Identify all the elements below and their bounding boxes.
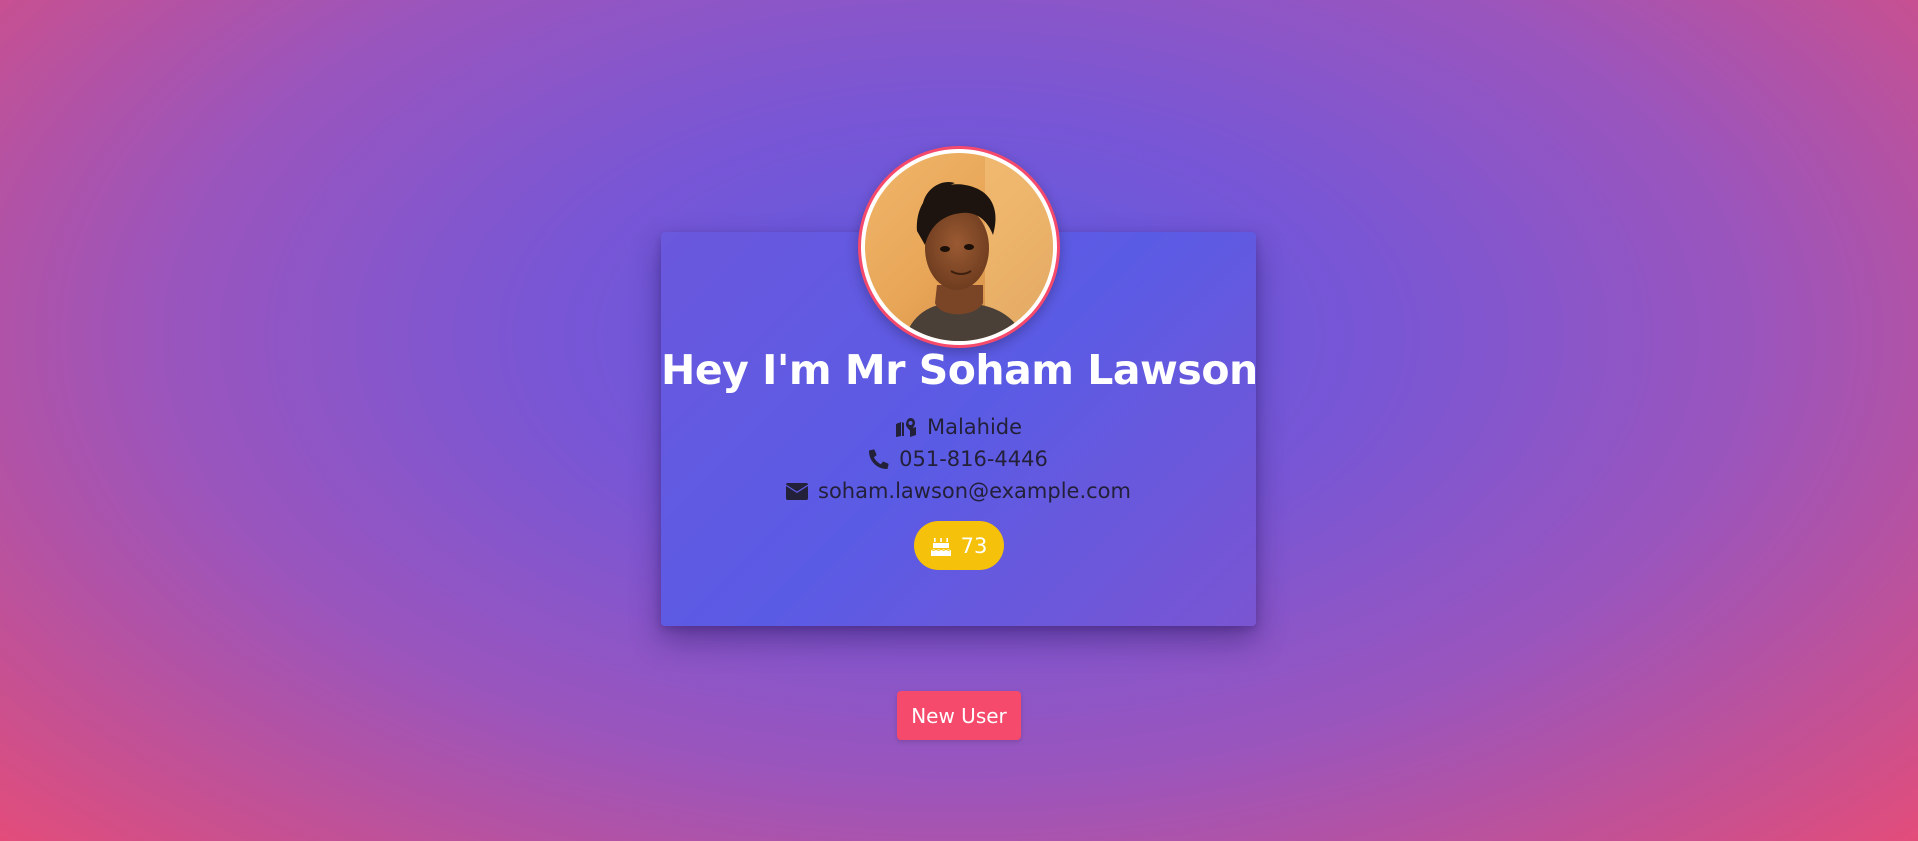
phone-icon (869, 449, 889, 469)
profile-name: Hey I'm Mr Soham Lawson (661, 346, 1258, 394)
location-row: Malahide (661, 415, 1256, 439)
email-row: soham.lawson@example.com (661, 479, 1256, 503)
new-user-button[interactable]: New User (897, 691, 1021, 740)
phone-row: 051-816-4446 (661, 447, 1256, 471)
birthday-cake-icon (930, 536, 951, 556)
email-text: soham.lawson@example.com (818, 479, 1131, 503)
age-badge: 73 (914, 521, 1004, 570)
envelope-icon (786, 482, 808, 500)
avatar-photo (865, 153, 1053, 341)
phone-text: 051-816-4446 (899, 447, 1048, 471)
location-text: Malahide (926, 415, 1023, 439)
map-marked-icon (895, 417, 917, 437)
avatar-ring (858, 146, 1060, 348)
age-text: 73 (960, 533, 988, 558)
avatar (861, 149, 1057, 345)
